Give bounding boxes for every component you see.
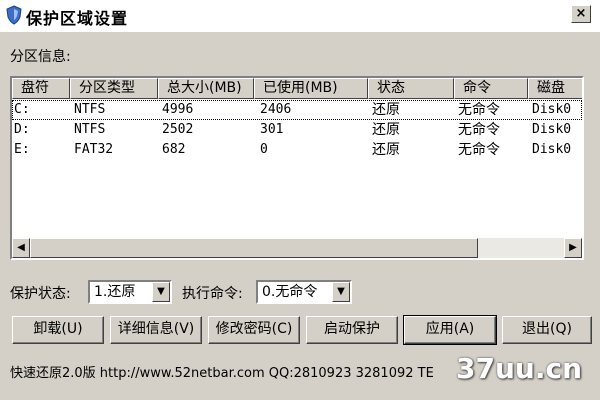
cell-disk: Disk0 [532, 122, 572, 137]
cell-drive: D: [14, 122, 30, 137]
scroll-left-button[interactable]: ◀ [12, 238, 30, 258]
window-title: 保护区域设置 [26, 9, 129, 28]
table-row[interactable]: E: FAT32 682 0 还原 无命令 Disk0 [12, 140, 582, 160]
exec-command-value: 0.无命令 [262, 284, 318, 300]
cell-command: 无命令 [458, 122, 500, 138]
details-button[interactable]: 详细信息(V) [110, 316, 202, 344]
table-row[interactable]: D: NTFS 2502 301 还原 无命令 Disk0 [12, 120, 582, 140]
protect-state-label: 保护状态: [10, 286, 71, 302]
protect-state-value: 1.还原 [94, 284, 136, 300]
cell-type: NTFS [74, 102, 106, 117]
watermark: 37uu.cn [456, 352, 582, 385]
table-row[interactable]: C: NTFS 4996 2406 还原 无命令 Disk0 [12, 100, 582, 120]
column-header-used[interactable]: 已使用(MB) [254, 78, 368, 99]
column-header-total-size[interactable]: 总大小(MB) [158, 78, 254, 99]
cell-command: 无命令 [458, 102, 500, 118]
close-button[interactable]: × [571, 5, 591, 23]
chevron-down-icon[interactable]: ▼ [332, 282, 350, 302]
cell-total-size: 2502 [162, 122, 194, 137]
start-protect-button[interactable]: 启动保护 [306, 316, 398, 344]
title-divider [0, 30, 600, 32]
column-header-type[interactable]: 分区类型 [70, 78, 158, 99]
apply-button[interactable]: 应用(A) [403, 315, 497, 345]
cell-used: 301 [260, 122, 284, 137]
horizontal-scrollbar[interactable]: ◀ ▶ [12, 238, 582, 258]
cell-total-size: 4996 [162, 102, 194, 117]
cell-command: 无命令 [458, 142, 500, 158]
unload-button[interactable]: 卸载(U) [12, 316, 104, 344]
cell-status: 还原 [372, 142, 400, 158]
cell-drive: C: [14, 102, 30, 117]
partition-table[interactable]: 盘符 分区类型 总大小(MB) 已使用(MB) 状态 命令 磁盘 C: NTFS… [10, 76, 584, 260]
cell-type: NTFS [74, 122, 106, 137]
cell-used: 2406 [260, 102, 292, 117]
cell-total-size: 682 [162, 142, 186, 157]
exec-command-select[interactable]: 0.无命令 ▼ [256, 280, 352, 304]
change-password-button[interactable]: 修改密码(C) [208, 316, 300, 344]
cell-status: 还原 [372, 122, 400, 138]
cell-type: FAT32 [74, 142, 114, 157]
shield-icon [6, 5, 22, 25]
cell-disk: Disk0 [532, 142, 572, 157]
cell-status: 还原 [372, 102, 400, 118]
column-header-command[interactable]: 命令 [454, 78, 528, 99]
column-header-status[interactable]: 状态 [368, 78, 454, 99]
cell-disk: Disk0 [532, 102, 572, 117]
exec-command-label: 执行命令: [182, 286, 243, 302]
title-bar: 保护区域设置 × [0, 0, 600, 30]
exit-button[interactable]: 退出(Q) [502, 316, 592, 344]
column-header-disk[interactable]: 磁盘 [528, 78, 582, 99]
partition-info-label: 分区信息: [10, 49, 71, 65]
cell-drive: E: [14, 142, 30, 157]
column-header-drive[interactable]: 盘符 [12, 78, 70, 99]
cell-used: 0 [260, 142, 268, 157]
scroll-thumb[interactable] [30, 238, 478, 258]
version-info: 快速还原2.0版 http://www.52netbar.com QQ:2810… [10, 366, 434, 381]
chevron-down-icon[interactable]: ▼ [152, 282, 170, 302]
scroll-right-button[interactable]: ▶ [564, 238, 582, 258]
protect-state-select[interactable]: 1.还原 ▼ [88, 280, 172, 304]
